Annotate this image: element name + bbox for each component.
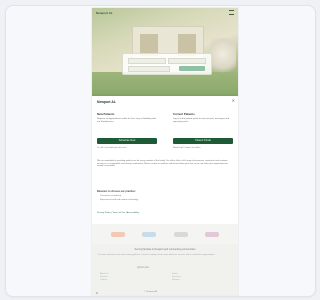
- new-patients-column: New Patients Request an appointment onli…: [97, 112, 157, 124]
- link[interactable]: Contact: [100, 279, 108, 282]
- modal-title: Newport AL: [97, 100, 116, 104]
- hero-image: Newport AL: [92, 8, 238, 96]
- new-patients-heading: New Patients: [97, 112, 115, 116]
- list-item: Experienced staff and modern technology: [100, 199, 139, 201]
- menu-icon[interactable]: [229, 10, 234, 15]
- search-button[interactable]: [179, 66, 205, 71]
- search-field-1[interactable]: [128, 58, 166, 64]
- tree: [210, 38, 236, 78]
- link[interactable]: Reviews: [172, 279, 181, 282]
- partner-logo: [205, 231, 220, 237]
- links-left: About Us Services Contact: [100, 273, 108, 282]
- search-field-2[interactable]: [168, 58, 206, 64]
- current-patients-heading: Current Patients: [173, 112, 195, 116]
- current-patients-note: Need help? Contact our office.: [173, 147, 202, 149]
- links-right: Forms Insurance Reviews: [172, 273, 181, 282]
- partner-logo: [110, 231, 125, 237]
- info-text: Our team welcomes new and returning pati…: [98, 254, 215, 256]
- patient-portal-button[interactable]: Patient Portal: [173, 138, 233, 144]
- close-icon[interactable]: ✕: [232, 98, 235, 103]
- partner-logo: [142, 231, 157, 237]
- modal-footer-links[interactable]: Privacy Policy | Terms of Use | Accessib…: [97, 212, 139, 214]
- current-patients-text: Log in to the patient portal to view rec…: [173, 118, 230, 123]
- quick-links-heading: Quick Links: [137, 267, 149, 269]
- top-bar: Newport AL: [92, 8, 238, 17]
- new-patients-text: Request an appointment online for fast, …: [97, 118, 156, 123]
- scroll-indicator[interactable]: [96, 292, 98, 294]
- list-heading: Reasons to choose our practice:: [97, 190, 136, 193]
- info-section: Serving families in Newport and surround…: [92, 244, 238, 295]
- footer-text: © Newport AL: [144, 291, 158, 293]
- current-patients-column: Current Patients Log in to the patient p…: [173, 112, 233, 124]
- search-box: [122, 53, 212, 75]
- modal-body-text: We are committed to providing quality ca…: [97, 160, 229, 168]
- info-title: Serving families in Newport and surround…: [134, 248, 196, 251]
- partner-logos: [92, 224, 238, 244]
- schedule-button[interactable]: Schedule Now: [97, 138, 157, 144]
- partner-logo: [173, 231, 188, 237]
- search-field-3[interactable]: [128, 66, 170, 72]
- site-logo[interactable]: Newport AL: [96, 11, 113, 15]
- new-patients-note: Or call us to book your first visit.: [97, 147, 127, 149]
- web-page: Newport AL Newport AL ✕ New Patients Req…: [92, 8, 238, 295]
- list-item: Convenient scheduling: [100, 195, 122, 197]
- modal-dialog: Newport AL ✕ New Patients Request an app…: [92, 96, 238, 224]
